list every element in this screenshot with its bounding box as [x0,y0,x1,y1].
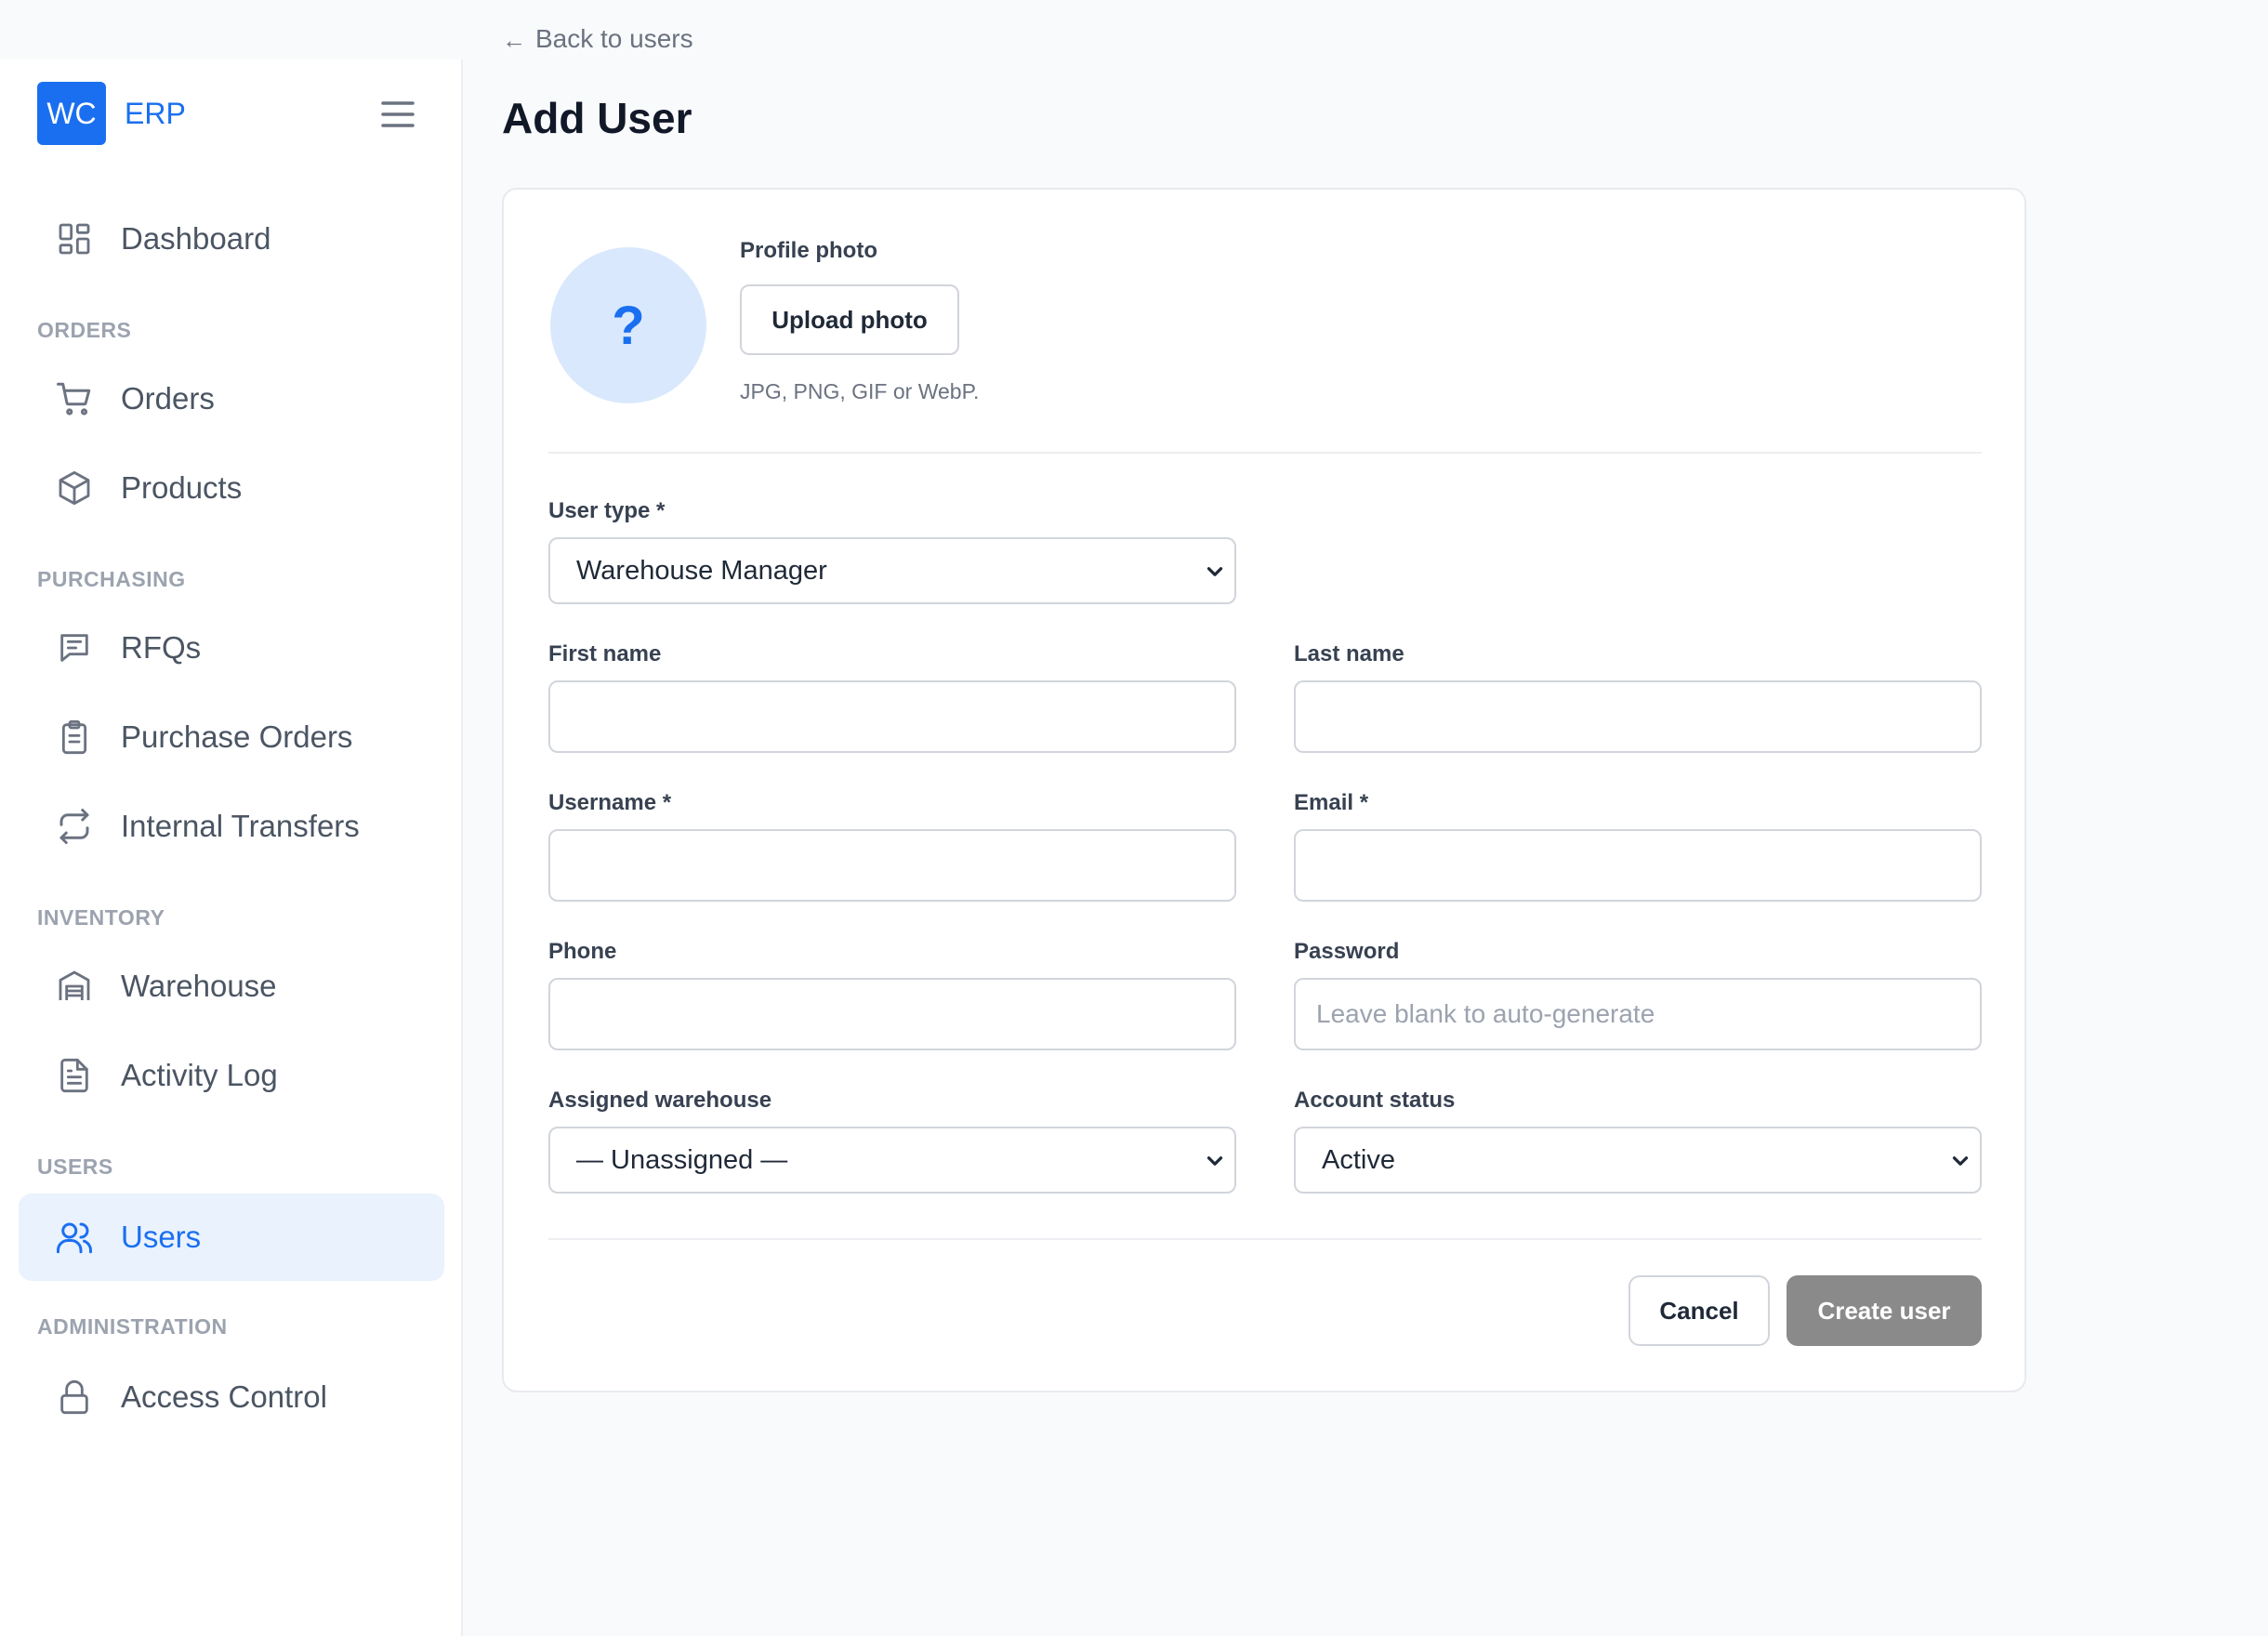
sidebar-item-label: Dashboard [121,221,271,256]
nav-section-inventory: INVENTORY [37,905,165,930]
sidebar-item-activity-log[interactable]: Activity Log [19,1032,444,1119]
sidebar-item-label: RFQs [121,630,202,665]
file-text-icon [54,1055,95,1096]
sidebar-item-rfqs[interactable]: RFQs [19,604,444,692]
phone-label: Phone [548,939,617,964]
account-status-value: Active [1322,1144,1395,1175]
user-type-label: User type * [548,498,666,523]
cancel-button[interactable]: Cancel [1628,1275,1770,1346]
brand[interactable]: WC ERP [37,82,186,145]
create-user-button[interactable]: Create user [1787,1275,1982,1346]
nav-section-administration: ADMINISTRATION [37,1314,228,1339]
transfer-icon [54,806,95,847]
clipboard-icon [54,717,95,758]
sidebar-item-label: Warehouse [121,969,277,1003]
last-name-label: Last name [1294,641,1404,666]
sidebar: WC ERP Dashboard ORDERS Orders Products … [0,59,463,1636]
upload-photo-button[interactable]: Upload photo [740,284,959,355]
sidebar-item-label: Products [121,470,243,505]
box-icon [54,468,95,508]
sidebar-item-orders[interactable]: Orders [19,355,444,442]
sidebar-item-access-control[interactable]: Access Control [19,1353,444,1441]
lock-icon [54,1377,95,1418]
nav-section-users: USERS [37,1154,113,1179]
account-status-select[interactable]: Active [1294,1127,1982,1194]
profile-photo-label: Profile photo [740,238,877,263]
assigned-warehouse-select[interactable]: — Unassigned — [548,1127,1236,1194]
grid-icon [54,218,95,259]
user-type-select[interactable]: Warehouse Manager [548,537,1236,604]
nav-section-purchasing: PURCHASING [37,567,186,591]
assigned-warehouse-label: Assigned warehouse [548,1088,772,1113]
assigned-warehouse-value: — Unassigned — [576,1144,788,1175]
account-status-label: Account status [1294,1088,1456,1113]
password-label: Password [1294,939,1400,964]
cart-icon [54,378,95,419]
chevron-down-icon [1203,1149,1227,1173]
divider [548,1238,1982,1240]
sidebar-item-label: Orders [121,381,215,416]
warehouse-icon [54,966,95,1007]
sidebar-item-users[interactable]: Users [19,1194,444,1281]
password-input[interactable] [1294,978,1982,1050]
first-name-label: First name [548,641,662,666]
back-to-users-link[interactable]: ← Back to users [502,22,693,55]
last-name-input[interactable] [1294,680,1982,753]
message-icon [54,627,95,668]
sidebar-item-label: Purchase Orders [121,719,353,754]
sidebar-item-label: Access Control [121,1379,327,1414]
phone-input[interactable] [548,978,1236,1050]
sidebar-item-purchase-orders[interactable]: Purchase Orders [19,693,444,781]
avatar-placeholder: ? [550,247,706,403]
photo-format-hint: JPG, PNG, GIF or WebP. [740,379,980,403]
chevron-down-icon [1203,560,1227,584]
username-label: Username * [548,790,672,815]
nav-section-orders: ORDERS [37,318,132,342]
divider [548,452,1982,454]
add-user-form: ? Profile photo Upload photo JPG, PNG, G… [502,188,2026,1392]
sidebar-item-dashboard[interactable]: Dashboard [19,195,444,283]
sidebar-item-products[interactable]: Products [19,444,444,532]
sidebar-item-internal-transfers[interactable]: Internal Transfers [19,783,444,870]
sidebar-item-label: Internal Transfers [121,809,360,843]
sidebar-item-label: Users [121,1220,202,1254]
user-type-value: Warehouse Manager [576,555,827,586]
brand-name: ERP [125,96,186,130]
username-input[interactable] [548,829,1236,902]
users-icon [54,1217,95,1258]
first-name-input[interactable] [548,680,1236,753]
email-input[interactable] [1294,829,1982,902]
page-title: Add User [502,94,692,142]
email-label: Email * [1294,790,1369,815]
brand-logo: WC [37,82,106,145]
sidebar-item-label: Activity Log [121,1058,278,1092]
arrow-left-icon: ← [502,26,526,54]
chevron-down-icon [1948,1149,1972,1173]
hamburger-icon[interactable] [376,99,420,130]
sidebar-item-warehouse[interactable]: Warehouse [19,943,444,1030]
back-link-label: Back to users [535,23,693,53]
